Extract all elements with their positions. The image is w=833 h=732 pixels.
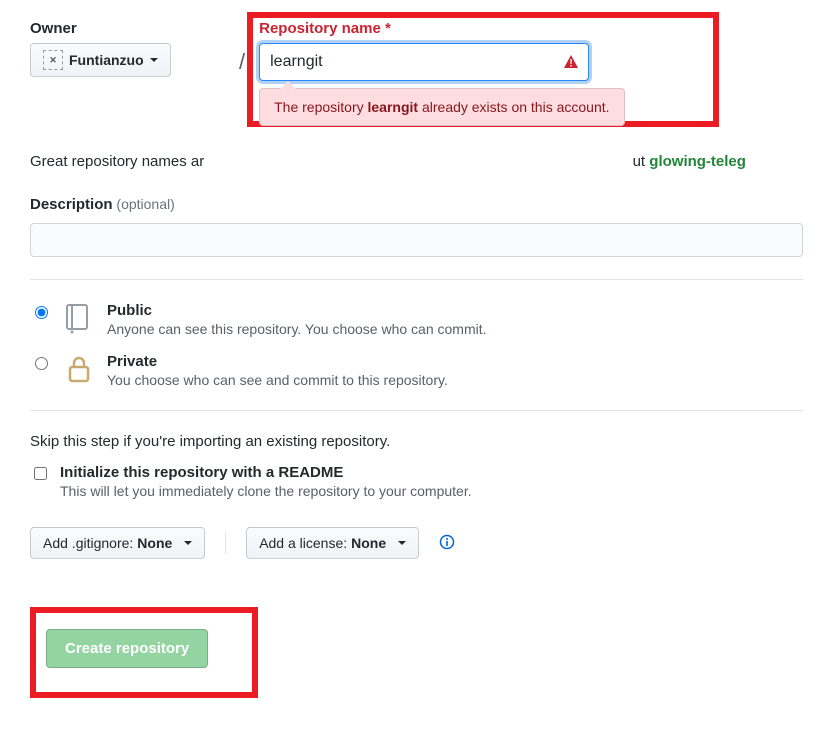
public-subtitle: Anyone can see this repository. You choo… [107, 321, 487, 337]
owner-avatar-broken-icon: ✕ [43, 50, 63, 70]
skip-import-text: Skip this step if you're importing an ex… [30, 433, 803, 450]
license-info-icon[interactable] [439, 534, 455, 553]
caret-down-icon [150, 58, 158, 62]
owner-label: Owner [30, 20, 225, 37]
private-subtitle: You choose who can see and commit to thi… [107, 372, 448, 388]
visibility-public-radio[interactable] [35, 306, 48, 319]
divider [30, 279, 803, 280]
license-dropdown[interactable]: Add a license: None [246, 527, 419, 559]
lock-icon [63, 353, 95, 385]
divider [30, 410, 803, 411]
init-readme-subtitle: This will let you immediately clone the … [60, 483, 472, 499]
caret-down-icon [184, 541, 192, 545]
description-input[interactable] [30, 223, 803, 257]
repo-name-input[interactable] [259, 43, 589, 81]
caret-down-icon [398, 541, 406, 545]
warning-triangle-icon [563, 54, 579, 70]
repo-public-icon [63, 302, 95, 334]
owner-username: Funtianzuo [69, 52, 144, 68]
visibility-private-radio[interactable] [35, 357, 48, 370]
init-readme-title: Initialize this repository with a README [60, 464, 472, 481]
vertical-separator [225, 532, 226, 554]
repo-name-error-tooltip: The repository learngit already exists o… [259, 88, 624, 126]
suggested-repo-name[interactable]: glowing-teleg [649, 153, 746, 170]
owner-dropdown[interactable]: ✕ Funtianzuo [30, 43, 171, 77]
repo-name-label: Repository name * [259, 20, 803, 37]
gitignore-dropdown[interactable]: Add .gitignore: None [30, 527, 205, 559]
description-label: Description (optional) [30, 196, 175, 212]
public-title: Public [107, 302, 487, 319]
create-repository-button[interactable]: Create repository [46, 629, 208, 668]
path-separator: / [233, 49, 251, 75]
repo-name-hint: Great repository names ar ut glowing-tel… [30, 153, 803, 170]
private-title: Private [107, 353, 448, 370]
annotation-highlight-create-button: Create repository [30, 607, 258, 698]
init-readme-checkbox[interactable] [34, 467, 47, 480]
